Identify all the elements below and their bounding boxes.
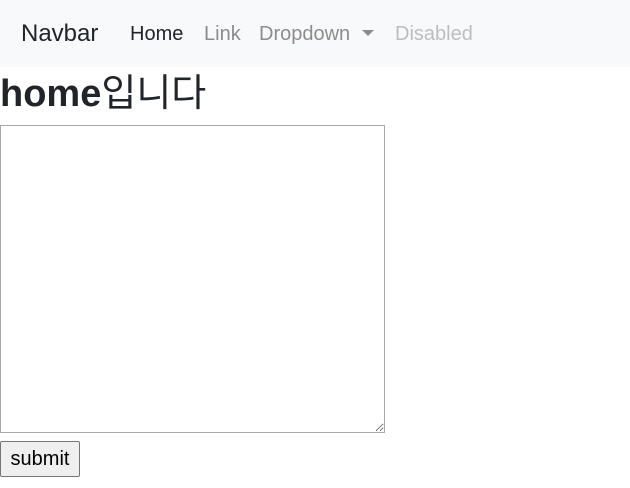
page-title-suffix: 입니다: [101, 71, 207, 115]
page-title-prefix: home: [0, 73, 102, 115]
page-title: home입니다: [0, 69, 206, 118]
navbar: Navbar Home Link Dropdown Disabled: [0, 0, 630, 67]
nav-item-dropdown[interactable]: Dropdown: [259, 21, 350, 47]
submit-button[interactable]: submit: [0, 441, 80, 477]
nav-item-home[interactable]: Home: [130, 21, 183, 47]
caret-down-icon[interactable]: [362, 30, 374, 36]
navbar-brand[interactable]: Navbar: [21, 19, 98, 49]
nav-item-disabled: Disabled: [395, 23, 473, 45]
content-textarea[interactable]: [0, 125, 385, 433]
nav-item-link[interactable]: Link: [204, 21, 241, 47]
